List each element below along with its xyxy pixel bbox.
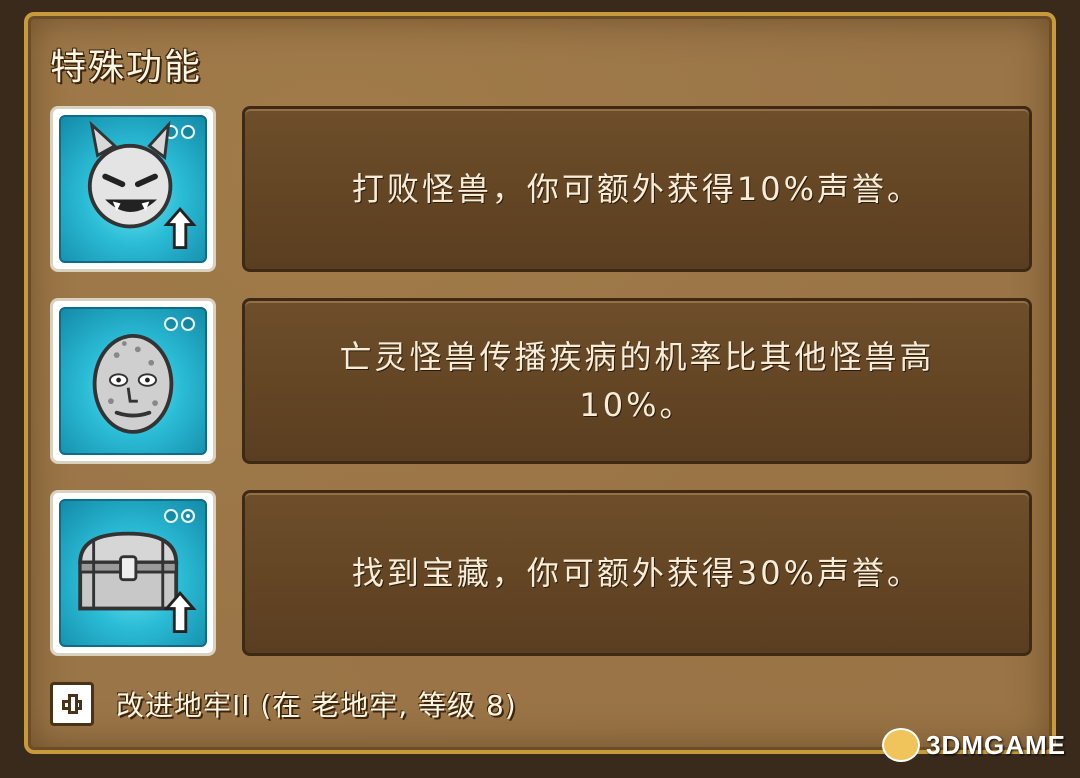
feature-description: 找到宝藏，你可额外获得30%声誉。 [351, 554, 923, 592]
feature-description: 亡灵怪兽传播疾病的机率比其他怪兽高10%。 [339, 338, 935, 424]
treasure-chest-icon [78, 531, 197, 633]
feature-description: 打败怪兽，你可额外获得10%声誉。 [351, 170, 923, 208]
mascot-icon [882, 728, 921, 762]
feature-icon-background [59, 115, 207, 263]
feature-icon-card-3[interactable] [50, 490, 216, 656]
feature-icon-card-1[interactable] [50, 106, 216, 272]
plus-icon[interactable] [50, 682, 94, 726]
feature-icon-card-2[interactable] [50, 298, 216, 464]
feature-icon-background [59, 499, 207, 647]
undead-zombie-head-icon [92, 333, 174, 434]
panel-title: 特殊功能 [50, 47, 203, 88]
dungeon-upgrade-row: 改进地牢II (在 老地牢, 等级 8) [50, 682, 517, 726]
site-watermark: 3DMGAME [882, 728, 1066, 762]
feature-description-box-2: 亡灵怪兽传播疾病的机率比其他怪兽高10%。 [242, 298, 1032, 464]
watermark-text: 3DMGAME [926, 729, 1066, 760]
feature-icon-background [59, 307, 207, 455]
feature-description-box-1: 打败怪兽，你可额外获得10%声誉。 [242, 106, 1032, 272]
grinning-demon-icon [87, 120, 197, 249]
feature-description-box-3: 找到宝藏，你可额外获得30%声誉。 [242, 490, 1032, 656]
dungeon-upgrade-label: 改进地牢II (在 老地牢, 等级 8) [116, 689, 517, 722]
